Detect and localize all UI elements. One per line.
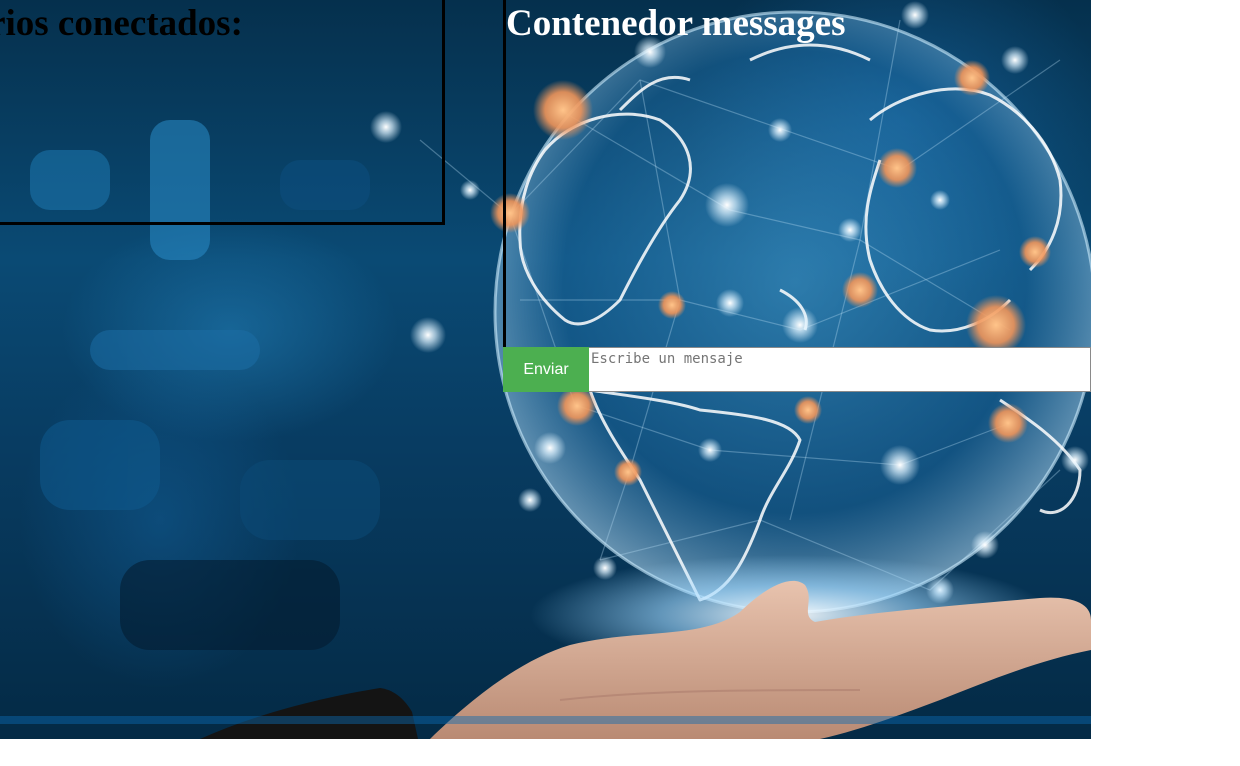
message-input[interactable] bbox=[589, 347, 1091, 392]
users-title: uarios conectados: bbox=[0, 3, 243, 44]
messages-title: Contenedor messages bbox=[506, 3, 846, 44]
send-button[interactable]: Enviar bbox=[503, 347, 589, 392]
messages-container bbox=[503, 0, 1093, 348]
